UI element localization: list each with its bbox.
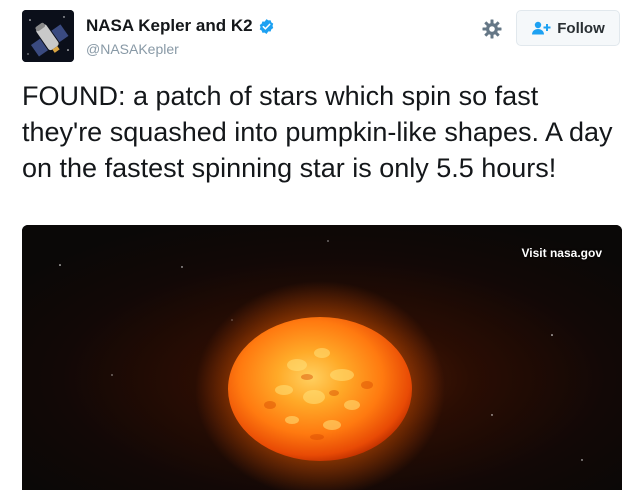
media-image[interactable]: Visit nasa.gov xyxy=(22,225,622,490)
visit-nasa-link[interactable]: Visit nasa.gov xyxy=(522,246,602,260)
gear-icon[interactable] xyxy=(482,19,502,39)
tweet-text: FOUND: a patch of stars which spin so fa… xyxy=(22,81,613,183)
author-block: NASA Kepler and K2 @NASAKepler xyxy=(86,14,275,57)
add-user-icon xyxy=(531,21,551,35)
display-name[interactable]: NASA Kepler and K2 xyxy=(86,16,253,36)
follow-button[interactable]: Follow xyxy=(516,10,620,46)
verified-badge-icon xyxy=(258,18,275,35)
spinning-star-image xyxy=(22,225,622,490)
user-handle[interactable]: @NASAKepler xyxy=(86,41,275,57)
follow-label: Follow xyxy=(557,19,605,37)
avatar[interactable] xyxy=(22,10,74,62)
tweet-card: NASA Kepler and K2 @NASAKepler Follow FO… xyxy=(0,0,640,490)
kepler-spacecraft-avatar-icon xyxy=(22,10,74,62)
